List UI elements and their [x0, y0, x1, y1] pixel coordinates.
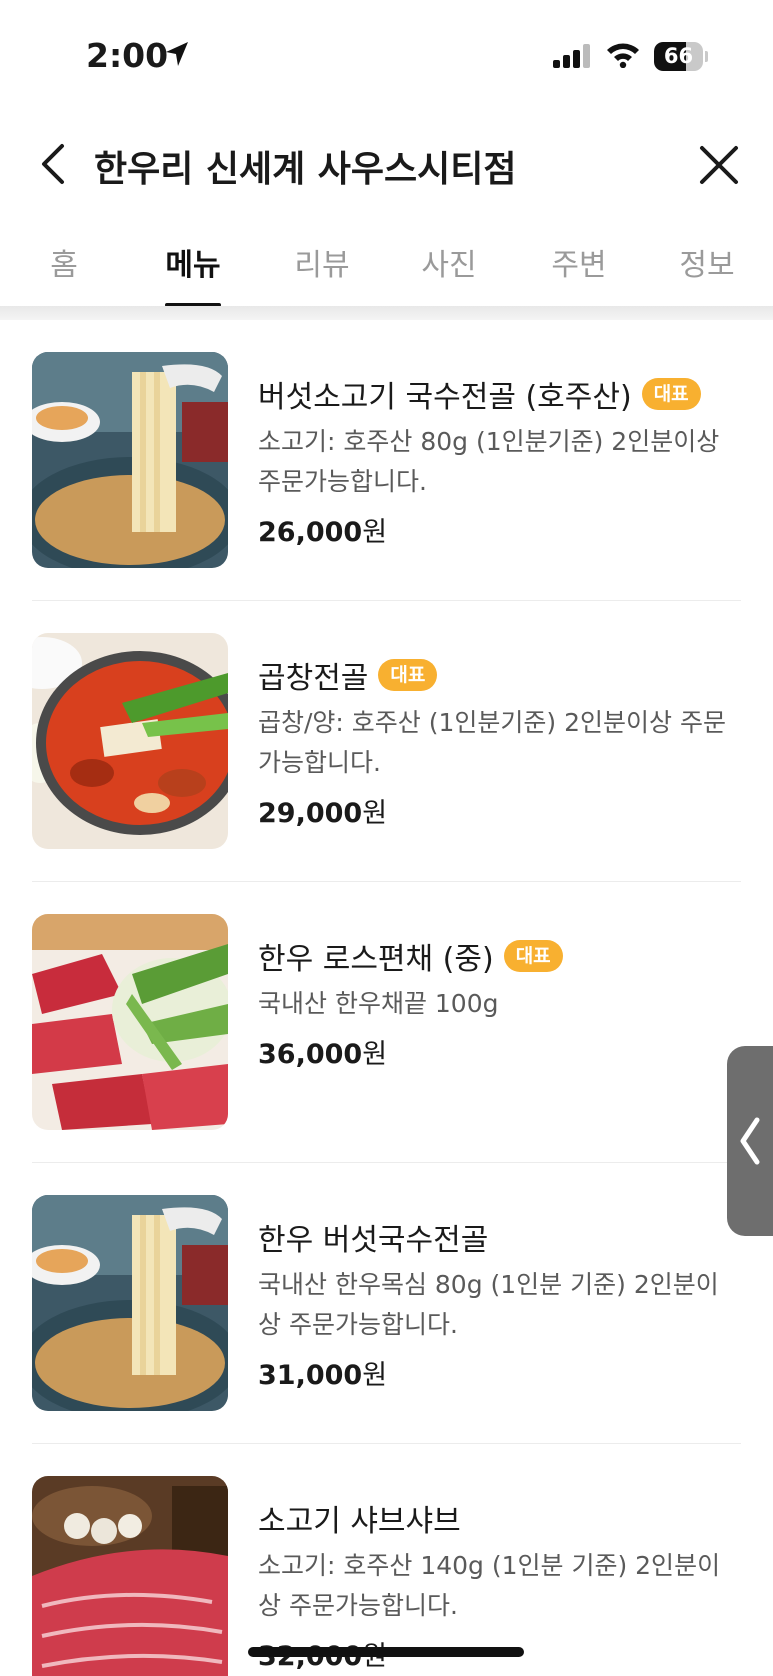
- chevron-left-icon: [740, 1117, 760, 1165]
- menu-item-description: 소고기: 호주산 80g (1인분기준) 2인분이상 주문가능합니다.: [258, 427, 720, 496]
- side-panel-handle[interactable]: [727, 1046, 773, 1236]
- menu-item-photo: [32, 914, 228, 1130]
- signature-badge: 대표: [641, 378, 701, 410]
- tab-reviews[interactable]: 리뷰: [267, 240, 377, 284]
- menu-item-name: 한우 로스편채 (중): [258, 942, 494, 977]
- menu-item-photo: [32, 633, 228, 849]
- signal-icon: [553, 44, 591, 72]
- menu-item[interactable]: 한우 로스편채 (중) 대표 국내산 한우채끝 100g 36,000원: [0, 882, 773, 1163]
- menu-item[interactable]: 소고기 샤브샤브 소고기: 호주산 140g (1인분 기준) 2인분이상 주문…: [0, 1444, 773, 1676]
- tab-info[interactable]: 정보: [652, 240, 762, 284]
- menu-list: 버섯소고기 국수전골 (호주산) 대표 소고기: 호주산 80g (1인분기준)…: [0, 320, 773, 1676]
- menu-item-name: 소고기 샤브샤브: [258, 1504, 461, 1539]
- menu-item[interactable]: 버섯소고기 국수전골 (호주산) 대표 소고기: 호주산 80g (1인분기준)…: [0, 320, 773, 601]
- tabs-divider: [0, 306, 773, 320]
- tab-menu[interactable]: 메뉴: [138, 240, 248, 284]
- page-title: 한우리 신세계 사우스시티점: [94, 149, 517, 190]
- home-indicator[interactable]: [248, 1647, 524, 1657]
- menu-item-photo: [32, 352, 228, 568]
- status-bar: 2:00 66: [0, 0, 773, 112]
- back-button[interactable]: [36, 140, 76, 188]
- menu-item-photo: [32, 1195, 228, 1411]
- menu-item-name: 버섯소고기 국수전골 (호주산): [258, 380, 632, 415]
- menu-item-description: 곱창/양: 호주산 (1인분기준) 2인분이상 주문가능합니다.: [258, 708, 726, 777]
- signature-badge: 대표: [503, 940, 563, 972]
- menu-item-price: 31,000원: [258, 1360, 388, 1391]
- tab-bar: 홈 메뉴 리뷰 사진 주변 정보: [0, 224, 773, 307]
- menu-item[interactable]: 곱창전골 대표 곱창/양: 호주산 (1인분기준) 2인분이상 주문가능합니다.…: [0, 601, 773, 882]
- tab-home[interactable]: 홈: [9, 240, 119, 284]
- menu-item-price: 29,000원: [258, 798, 388, 829]
- battery-icon: 66: [654, 42, 708, 71]
- wifi-icon: [605, 40, 641, 72]
- close-button[interactable]: [696, 142, 742, 188]
- place-header: 한우리 신세계 사우스시티점: [0, 118, 773, 210]
- menu-item-name: 한우 버섯국수전골: [258, 1223, 489, 1258]
- location-arrow-icon: [164, 40, 190, 72]
- status-time: 2:00: [86, 36, 169, 75]
- signature-badge: 대표: [378, 659, 438, 691]
- close-icon: [700, 146, 738, 184]
- menu-item-name: 곱창전골: [258, 661, 369, 696]
- battery-level: 66: [663, 44, 694, 68]
- menu-item-description: 국내산 한우채끝 100g: [258, 989, 499, 1018]
- menu-item-price: 26,000원: [258, 517, 388, 548]
- menu-item-photo: [32, 1476, 228, 1676]
- menu-item-price: 36,000원: [258, 1039, 388, 1070]
- chevron-left-icon: [42, 144, 64, 184]
- menu-item-description: 국내산 한우목심 80g (1인분 기준) 2인분이상 주문가능합니다.: [258, 1270, 719, 1339]
- menu-item-description: 소고기: 호주산 140g (1인분 기준) 2인분이상 주문가능합니다.: [258, 1551, 721, 1620]
- tab-nearby[interactable]: 주변: [524, 240, 634, 284]
- menu-item[interactable]: 한우 버섯국수전골 국내산 한우목심 80g (1인분 기준) 2인분이상 주문…: [0, 1163, 773, 1444]
- tab-photos[interactable]: 사진: [394, 240, 504, 284]
